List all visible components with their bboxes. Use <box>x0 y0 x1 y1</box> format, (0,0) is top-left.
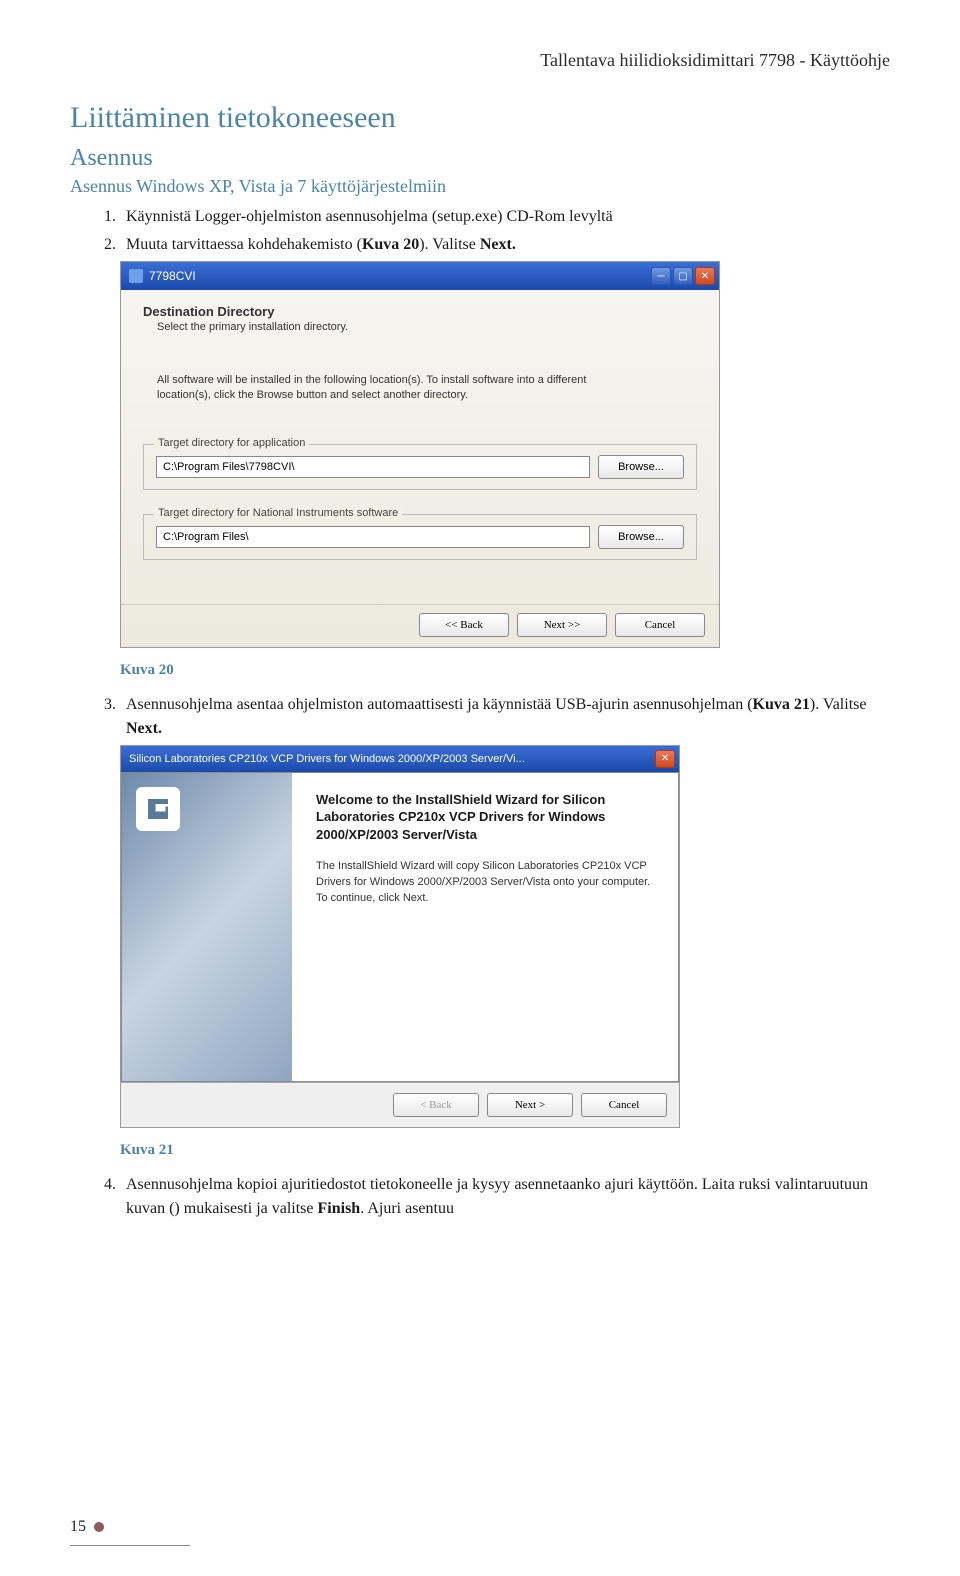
window-title: Silicon Laboratories CP210x VCP Drivers … <box>129 753 525 765</box>
title-bar: 7798CVI ─ ▢ ✕ <box>121 262 719 290</box>
step-2: Muuta tarvittaessa kohdehakemisto (Kuva … <box>120 233 890 257</box>
title-bar: Silicon Laboratories CP210x VCP Drivers … <box>121 746 679 772</box>
figure-caption-20: Kuva 20 <box>120 662 890 679</box>
step-4: Asennusohjelma kopioi ajuritiedostot tie… <box>120 1173 890 1221</box>
cancel-button[interactable]: Cancel <box>615 613 705 637</box>
target-dir-ni-group: Target directory for National Instrument… <box>143 514 697 560</box>
page-number: 15 <box>70 1518 86 1536</box>
maximize-button[interactable]: ▢ <box>673 267 693 285</box>
figure-caption-21: Kuva 21 <box>120 1142 890 1159</box>
installer-subheading: Select the primary installation director… <box>157 321 697 333</box>
installer-screenshot-2: Silicon Laboratories CP210x VCP Drivers … <box>120 745 680 1128</box>
page-footer: 15 <box>70 1518 104 1536</box>
installshield-sidebar <box>122 773 292 1081</box>
welcome-description: The InstallShield Wizard will copy Silic… <box>316 859 654 907</box>
installer-heading: Destination Directory <box>143 304 697 319</box>
footer-rule <box>70 1545 190 1546</box>
back-button: < Back <box>393 1093 479 1117</box>
installer-description: All software will be installed in the fo… <box>157 373 587 404</box>
heading-2: Asennus <box>70 145 890 172</box>
cancel-button[interactable]: Cancel <box>581 1093 667 1117</box>
minimize-button[interactable]: ─ <box>651 267 671 285</box>
group-legend: Target directory for application <box>154 437 309 449</box>
next-button[interactable]: Next >> <box>517 613 607 637</box>
step-1: Käynnistä Logger-ohjelmiston asennusohje… <box>120 205 890 229</box>
browse-button[interactable]: Browse... <box>598 525 684 549</box>
footer-dot-icon <box>94 1522 104 1532</box>
document-header: Tallentava hiilidioksidimittari 7798 - K… <box>70 50 890 71</box>
heading-1: Liittäminen tietokoneeseen <box>70 101 890 135</box>
target-dir-app-group: Target directory for application Browse.… <box>143 444 697 490</box>
next-button[interactable]: Next > <box>487 1093 573 1117</box>
installshield-logo-icon <box>136 787 180 831</box>
close-button[interactable]: ✕ <box>655 750 675 768</box>
close-button[interactable]: ✕ <box>695 267 715 285</box>
heading-3: Asennus Windows XP, Vista ja 7 käyttöjär… <box>70 176 890 197</box>
steps-list-2: Asennusohjelma asentaa ohjelmiston autom… <box>70 693 890 741</box>
steps-list-3: Asennusohjelma kopioi ajuritiedostot tie… <box>70 1173 890 1221</box>
group-legend: Target directory for National Instrument… <box>154 507 402 519</box>
installer-screenshot-1: 7798CVI ─ ▢ ✕ Destination Directory Sele… <box>120 261 720 648</box>
step-3: Asennusohjelma asentaa ohjelmiston autom… <box>120 693 890 741</box>
welcome-heading: Welcome to the InstallShield Wizard for … <box>316 791 654 844</box>
steps-list-1: Käynnistä Logger-ohjelmiston asennusohje… <box>70 205 890 257</box>
browse-button[interactable]: Browse... <box>598 455 684 479</box>
window-title: 7798CVI <box>149 269 196 283</box>
back-button[interactable]: << Back <box>419 613 509 637</box>
app-path-input[interactable] <box>156 456 590 478</box>
ni-path-input[interactable] <box>156 526 590 548</box>
app-icon <box>129 269 143 283</box>
